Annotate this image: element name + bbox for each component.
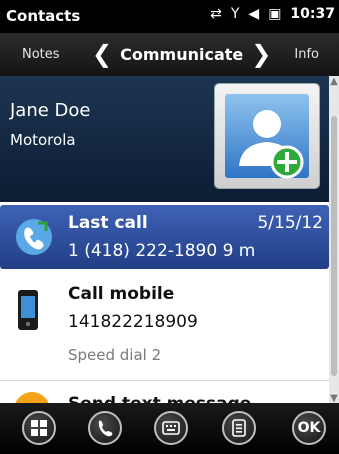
signal-icon: Y (230, 6, 240, 22)
scroll-up-icon[interactable]: ▲ (329, 76, 339, 90)
app-title: Contacts (6, 7, 81, 25)
contact-company: Motorola (10, 131, 76, 149)
volume-icon: ◀ (248, 6, 260, 22)
list-item-last-call[interactable]: Last call 5/15/12 1 (418) 222-1890 9 m (0, 205, 329, 269)
tab-communicate[interactable]: ❮ Communicate ❯ (92, 42, 271, 66)
mobile-phone-icon (14, 288, 42, 336)
last-call-details: 1 (418) 222-1890 9 m (68, 241, 256, 261)
menu-icon[interactable] (222, 411, 256, 445)
battery-charging-icon: ▣ (268, 6, 282, 22)
ok-button[interactable]: OK (292, 411, 326, 445)
scroll-thumb[interactable] (331, 116, 337, 376)
speed-dial-label: Speed dial 2 (68, 346, 162, 364)
last-call-label: Last call (68, 213, 148, 233)
tab-navigation: Notes ❮ Communicate ❯ Info (0, 33, 339, 76)
network-activity-icon: ⇄ (210, 6, 222, 22)
chevron-left-icon[interactable]: ❮ (92, 42, 112, 66)
list-item-call-mobile[interactable]: Call mobile 141822218909 Speed dial 2 (0, 276, 329, 381)
current-tab-label: Communicate (120, 44, 244, 64)
tab-notes[interactable]: Notes (22, 47, 60, 62)
status-icons: ⇄ Y ◀ ▣ 10:37 (210, 6, 335, 22)
last-call-date: 5/15/12 (257, 213, 323, 233)
tab-info[interactable]: Info (294, 47, 319, 62)
chevron-right-icon[interactable]: ❯ (251, 42, 271, 66)
scrollbar[interactable]: ▲ ▼ (329, 76, 339, 407)
call-mobile-label: Call mobile (68, 284, 175, 304)
clock[interactable]: 10:37 (290, 6, 335, 22)
contact-name: Jane Doe (10, 100, 91, 121)
ok-label: OK (297, 420, 321, 436)
contact-header: Jane Doe Motorola (0, 76, 329, 202)
status-bar: Contacts ⇄ Y ◀ ▣ 10:37 (0, 0, 339, 33)
incoming-call-icon (14, 217, 54, 261)
contact-add-photo-icon[interactable] (215, 84, 319, 188)
keyboard-icon[interactable] (154, 411, 188, 445)
softkey-bar: OK (0, 403, 339, 454)
phone-icon[interactable] (88, 411, 122, 445)
mobile-number: 141822218909 (68, 312, 198, 332)
windows-start-icon[interactable] (22, 411, 56, 445)
